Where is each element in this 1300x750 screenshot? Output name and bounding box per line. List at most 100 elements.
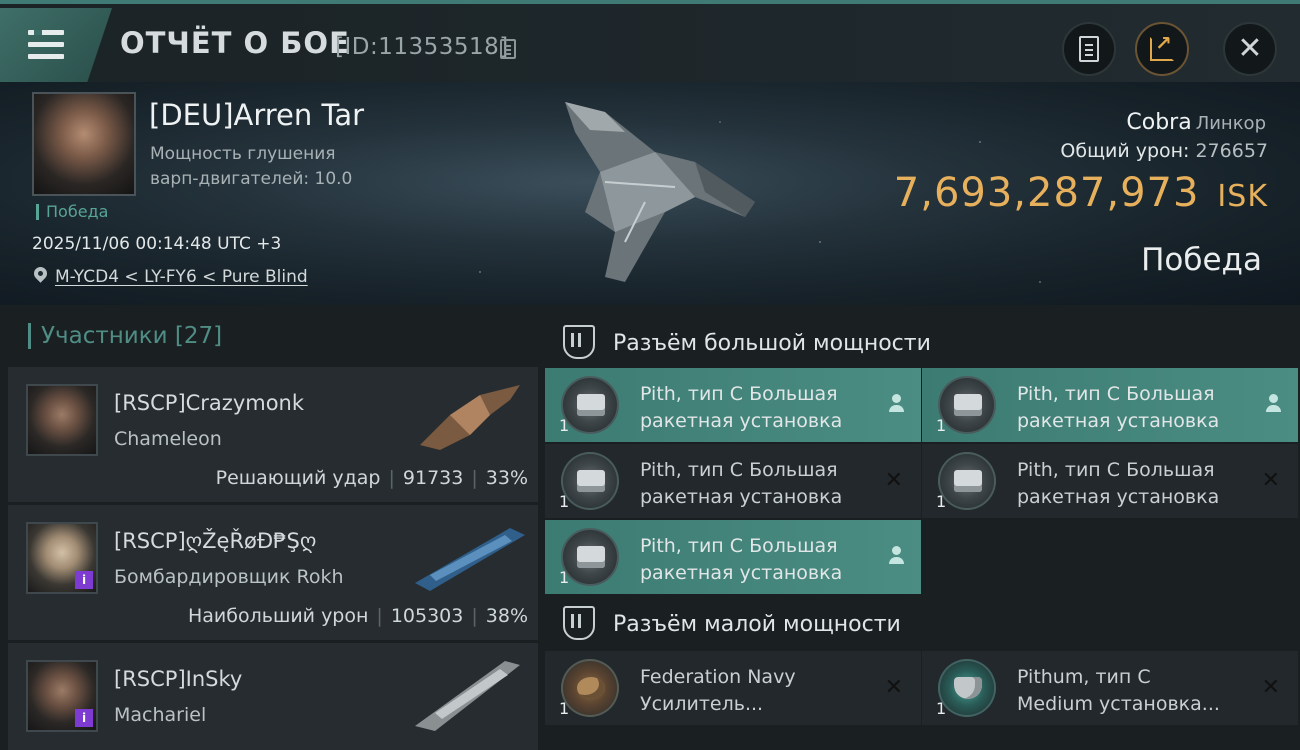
module-name-line2: Усилитель... <box>640 693 764 715</box>
location-link[interactable]: M-YCD4 < LY-FY6 < Pure Blind <box>55 267 308 287</box>
isk-value: 7,693,287,973 ISK <box>894 170 1268 216</box>
fitting-panel: Разъём большой мощности 1 Pith, тип C Бо… <box>541 305 1300 750</box>
amplifier-module-icon <box>561 659 619 717</box>
module-item[interactable]: 1 Federation Navy Усилитель... ✕ <box>545 651 921 725</box>
module-name-line2: ракетная установка <box>640 562 843 584</box>
dropped-person-icon <box>889 394 904 412</box>
participant-avatar[interactable]: i <box>26 660 98 732</box>
menu-button[interactable] <box>0 8 112 82</box>
shield-module-icon <box>938 659 996 717</box>
participant-ship: Бомбардировщик Rokh <box>114 566 344 588</box>
dropped-person-icon <box>1266 394 1281 412</box>
module-item[interactable]: 1 Pithum, тип C Medium установка... ✕ <box>922 651 1298 725</box>
destroyed-x-icon: ✕ <box>884 675 903 700</box>
module-qty: 1 <box>559 492 570 511</box>
module-name-line2: ракетная установка <box>640 410 843 432</box>
participant-card[interactable]: [RSCP]Crazymonk Chameleon Решающий удар |… <box>8 367 538 502</box>
participants-panel: Участники [27] [RSCP]Crazymonk Chameleon… <box>0 305 541 750</box>
participant-name: [RSCP]Crazymonk <box>114 391 305 415</box>
participant-card[interactable]: i [RSCP]InSky Machariel <box>8 643 538 750</box>
launcher-module-icon <box>561 452 619 510</box>
module-qty: 1 <box>559 416 570 435</box>
ship-name[interactable]: Cobra Линкор <box>1126 110 1266 135</box>
clipboard-button[interactable] <box>1062 22 1116 76</box>
module-item[interactable]: 1 Pith, тип C Большая ракетная установка … <box>545 444 921 518</box>
participant-stats: Решающий удар | 91733 | 33% <box>215 467 528 489</box>
launcher-module-icon <box>938 452 996 510</box>
module-name: Federation Navy Усилитель... <box>640 664 870 718</box>
module-name-line2: ракетная установка <box>640 486 843 508</box>
close-icon: ✕ <box>1237 31 1263 66</box>
module-qty: 1 <box>936 492 947 511</box>
pilot-portrait[interactable] <box>32 92 136 196</box>
participant-damage: 91733 <box>402 467 464 489</box>
launcher-module-icon <box>561 528 619 586</box>
module-qty: 1 <box>559 699 570 718</box>
report-id: [ID:11353518] <box>335 34 509 60</box>
participant-ship-render <box>415 661 520 731</box>
info-badge: i <box>75 709 93 727</box>
low-slot-icon <box>563 606 595 640</box>
module-item[interactable]: 1 Pith, тип C Большая ракетная установка <box>545 368 921 442</box>
module-qty: 1 <box>559 568 570 587</box>
module-name: Pithum, тип C Medium установка... <box>1017 664 1247 718</box>
participants-heading[interactable]: Участники [27] <box>28 323 222 349</box>
module-item[interactable]: 1 Pith, тип C Большая ракетная установка … <box>922 444 1298 518</box>
module-name-line1: Pith, тип C Большая <box>640 459 838 481</box>
page-title: ОТЧЁТ О БОЕ <box>120 26 350 60</box>
low-slot-section-header: Разъём малой мощности <box>541 594 1300 656</box>
module-name: Pith, тип C Большая ракетная установка <box>1017 381 1247 435</box>
total-damage: Общий урон: 276657 <box>1060 140 1268 162</box>
close-button[interactable]: ✕ <box>1223 22 1277 76</box>
location-pin-icon <box>31 264 50 283</box>
participant-card[interactable]: i [RSCP]ღŽęŘøĐ₱Şღ Бомбардировщик Rokh На… <box>8 505 538 640</box>
copy-id-icon[interactable] <box>500 39 516 59</box>
battle-result: Победа <box>1141 242 1262 278</box>
high-slot-section-header: Разъём большой мощности <box>541 313 1300 375</box>
module-name-line2: ракетная установка <box>1017 410 1220 432</box>
module-name-line1: Federation Navy <box>640 666 796 688</box>
destroyed-x-icon: ✕ <box>884 468 903 493</box>
participant-name: [RSCP]ღŽęŘøĐ₱Şღ <box>114 529 317 553</box>
module-name-line1: Pith, тип C Большая <box>1017 459 1215 481</box>
destroyed-x-icon: ✕ <box>1261 468 1280 493</box>
module-name: Pith, тип C Большая ракетная установка <box>640 381 870 435</box>
pilot-name[interactable]: [DEU]Arren Tar <box>149 98 364 132</box>
isk-unit: ISK <box>1217 179 1268 214</box>
launcher-module-icon <box>561 376 619 434</box>
participant-ship: Chameleon <box>114 428 222 450</box>
participant-percent: 38% <box>485 605 528 627</box>
kill-datetime: 2025/11/06 00:14:48 UTC +3 <box>32 234 282 254</box>
module-name: Pith, тип C Большая ракетная установка <box>640 457 870 511</box>
module-item[interactable]: 1 Pith, тип C Большая ракетная установка <box>922 368 1298 442</box>
dropped-person-icon <box>889 546 904 564</box>
ship-type: Cobra <box>1126 110 1192 135</box>
participant-name: [RSCP]InSky <box>114 667 243 691</box>
share-button[interactable] <box>1135 22 1189 76</box>
module-qty: 1 <box>936 416 947 435</box>
module-name: Pith, тип C Большая ракетная установка <box>640 533 870 587</box>
pilot-stat-line2: варп-двигателей: 10.0 <box>150 169 353 189</box>
participant-stat-label: Решающий удар <box>215 467 381 489</box>
module-item[interactable]: 1 Pith, тип C Большая ракетная установка <box>545 520 921 594</box>
info-badge: i <box>75 571 93 589</box>
participant-percent: 33% <box>485 467 528 489</box>
participant-avatar[interactable] <box>26 384 98 456</box>
total-damage-value: 276657 <box>1195 140 1268 162</box>
pilot-stat-line1: Мощность глушения <box>150 144 336 164</box>
hamburger-menu-icon <box>28 30 64 60</box>
victim-summary: [DEU]Arren Tar Мощность глушения варп-дв… <box>0 82 1300 305</box>
report-header: ОТЧЁТ О БОЕ [ID:11353518] ✕ <box>0 0 1300 82</box>
module-name-line2: ракетная установка <box>1017 486 1220 508</box>
isk-amount: 7,693,287,973 <box>893 170 1200 216</box>
participant-damage: 105303 <box>390 605 464 627</box>
module-name-line1: Pithum, тип C <box>1017 666 1151 688</box>
module-name-line1: Pith, тип C Большая <box>640 535 838 557</box>
total-damage-label: Общий урон: <box>1060 140 1190 162</box>
destroyed-x-icon: ✕ <box>1261 675 1280 700</box>
module-name-line1: Pith, тип C Большая <box>1017 383 1215 405</box>
participant-stat-label: Наибольший урон <box>187 605 369 627</box>
module-qty: 1 <box>936 699 947 718</box>
participant-avatar[interactable]: i <box>26 522 98 594</box>
clipboard-icon <box>1079 36 1099 62</box>
